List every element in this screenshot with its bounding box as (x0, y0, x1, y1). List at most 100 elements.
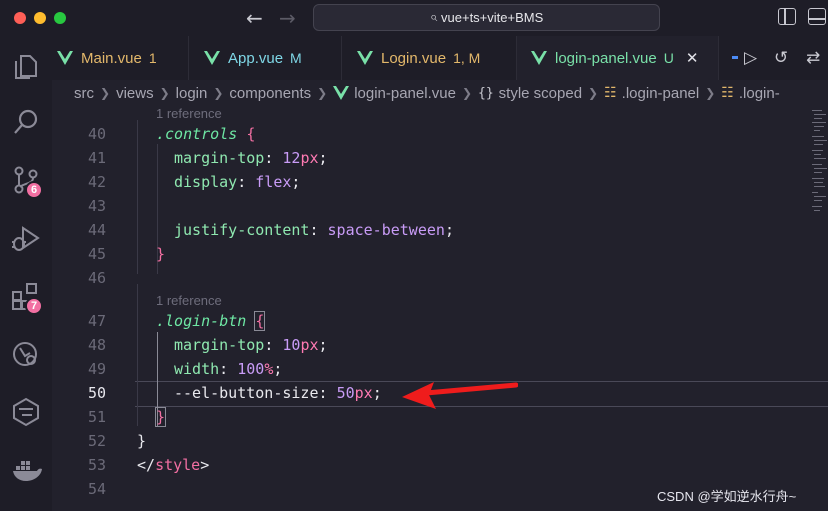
code-text: justify-content: space-between; (174, 221, 454, 239)
tab-login-vue[interactable]: Login.vue 1, M (342, 36, 517, 80)
breadcrumb-item[interactable]: components (229, 85, 311, 102)
vue-file-icon (57, 51, 73, 65)
line-number: 54 (87, 480, 106, 498)
vue-file-icon (333, 86, 350, 100)
line-number: 44 (87, 221, 106, 239)
tab-label: Main.vue (81, 49, 142, 67)
editor-tab-bar: Main.vue 1 App.vue M Login.vue 1, M logi… (52, 36, 828, 80)
curly-braces-icon: {} (478, 85, 494, 101)
run-debug-icon[interactable] (10, 222, 42, 254)
line-number: 50 (87, 384, 106, 402)
title-bar: ← → ⌕ vue+ts+vite+BMS (0, 0, 828, 36)
breadcrumb-item[interactable]: login-panel.vue (354, 85, 456, 102)
remote-explorer-icon[interactable] (10, 338, 42, 370)
line-number: 51 (87, 408, 106, 426)
code-text: .login-btn { (156, 311, 266, 331)
chevron-right-icon: ❯ (213, 86, 224, 100)
extensions-icon[interactable]: 7 (10, 280, 43, 315)
line-number: 41 (87, 149, 106, 167)
line-number: 52 (87, 432, 106, 450)
run-icon[interactable]: ▷ (744, 48, 757, 68)
code-text: </style> (137, 456, 210, 474)
code-line[interactable]: 40 .controls { (52, 122, 808, 146)
codelens-references[interactable]: 1 reference (156, 106, 222, 122)
command-center-search[interactable]: ⌕ vue+ts+vite+BMS (313, 4, 660, 31)
code-text: margin-top: 12px; (174, 149, 328, 167)
symbol-class-icon: ☷ (721, 85, 734, 101)
tab-main-vue[interactable]: Main.vue 1 (52, 36, 189, 80)
search-icon[interactable] (10, 106, 42, 138)
code-line[interactable]: 44 justify-content: space-between; (52, 218, 808, 242)
vue-file-icon (531, 51, 547, 65)
close-tab-icon[interactable]: ✕ (686, 49, 699, 67)
source-control-icon[interactable]: 6 (10, 164, 43, 199)
breadcrumb: src ❯ views ❯ login ❯ components ❯ login… (52, 80, 828, 106)
code-line[interactable]: 41 margin-top: 12px; (52, 146, 808, 170)
tab-overflow-indicator (732, 56, 738, 59)
breadcrumb-item[interactable]: .login-panel (622, 85, 700, 102)
watermark: CSDN @学如逆水行舟~ (657, 489, 797, 504)
code-text: } (156, 245, 166, 263)
tab-label: Login.vue (381, 49, 447, 67)
code-line[interactable]: 52} (52, 429, 808, 453)
window-maximize-button[interactable] (54, 12, 66, 24)
symbol-class-icon: ☷ (604, 85, 617, 101)
breadcrumb-item[interactable]: src (74, 85, 94, 102)
minimap[interactable] (810, 106, 828, 216)
line-number: 43 (87, 197, 106, 215)
timeline-history-icon[interactable]: ↺ (774, 48, 788, 68)
chevron-right-icon: ❯ (100, 86, 111, 100)
tab-status: U (663, 50, 674, 66)
tab-status: 1 (148, 50, 157, 66)
code-line[interactable]: 45} (52, 242, 808, 266)
window-minimize-button[interactable] (34, 12, 46, 24)
chevron-right-icon: ❯ (705, 86, 716, 100)
extensions-badge: 7 (25, 297, 43, 315)
docker-icon[interactable] (10, 454, 42, 486)
line-number: 49 (87, 360, 106, 378)
explorer-icon[interactable] (10, 50, 42, 82)
code-text: .controls { (156, 125, 256, 143)
breadcrumb-item[interactable]: views (116, 85, 154, 102)
code-line[interactable]: 46 (52, 266, 808, 290)
workspace-name: vue+ts+vite+BMS (441, 10, 544, 25)
line-number: 42 (87, 173, 106, 191)
search-icon: ⌕ (429, 10, 438, 25)
toggle-panel-icon[interactable] (808, 8, 826, 25)
codelens-references[interactable]: 1 reference (156, 293, 222, 309)
breadcrumb-item[interactable]: style scoped (499, 85, 582, 102)
compare-changes-icon[interactable]: ⇄ (806, 48, 820, 68)
toggle-sidebar-icon[interactable] (778, 8, 796, 25)
code-text: margin-top: 10px; (174, 336, 328, 354)
vue-file-icon (204, 51, 220, 65)
code-text: --el-button-size: 50px; (174, 384, 382, 402)
code-line[interactable]: 53 </style> (52, 453, 808, 477)
git-graph-icon[interactable] (10, 396, 42, 428)
code-line[interactable]: 43 (52, 194, 808, 218)
code-text: display: flex; (174, 173, 301, 191)
tab-app-vue[interactable]: App.vue M (189, 36, 342, 80)
chevron-right-icon: ❯ (461, 86, 472, 100)
breadcrumb-item[interactable]: login (176, 85, 208, 102)
line-number: 46 (87, 269, 106, 287)
code-text: } (154, 407, 167, 427)
code-editor[interactable]: 1 reference 1 reference 40 .controls { 41 m… (52, 106, 828, 511)
chevron-right-icon: ❯ (159, 86, 170, 100)
code-text: width: 100%; (174, 360, 283, 378)
chevron-right-icon: ❯ (588, 86, 599, 100)
tab-status: 1, M (453, 50, 481, 66)
vue-file-icon (357, 51, 373, 65)
line-number: 48 (87, 336, 106, 354)
chevron-right-icon: ❯ (317, 86, 328, 100)
window-close-button[interactable] (14, 12, 26, 24)
forward-arrow-icon[interactable]: → (279, 6, 296, 30)
tab-label: App.vue (228, 49, 284, 67)
tab-login-panel-vue[interactable]: login-panel.vue U ✕ (517, 36, 719, 80)
back-arrow-icon[interactable]: ← (246, 6, 263, 30)
breadcrumb-item[interactable]: .login- (739, 85, 780, 102)
line-number: 40 (87, 125, 106, 143)
code-line[interactable]: 47 .login-btn { (52, 309, 808, 333)
code-line[interactable]: 48 margin-top: 10px; (52, 333, 808, 357)
code-line[interactable]: 42 display: flex; (52, 170, 808, 194)
line-number: 53 (87, 456, 106, 474)
